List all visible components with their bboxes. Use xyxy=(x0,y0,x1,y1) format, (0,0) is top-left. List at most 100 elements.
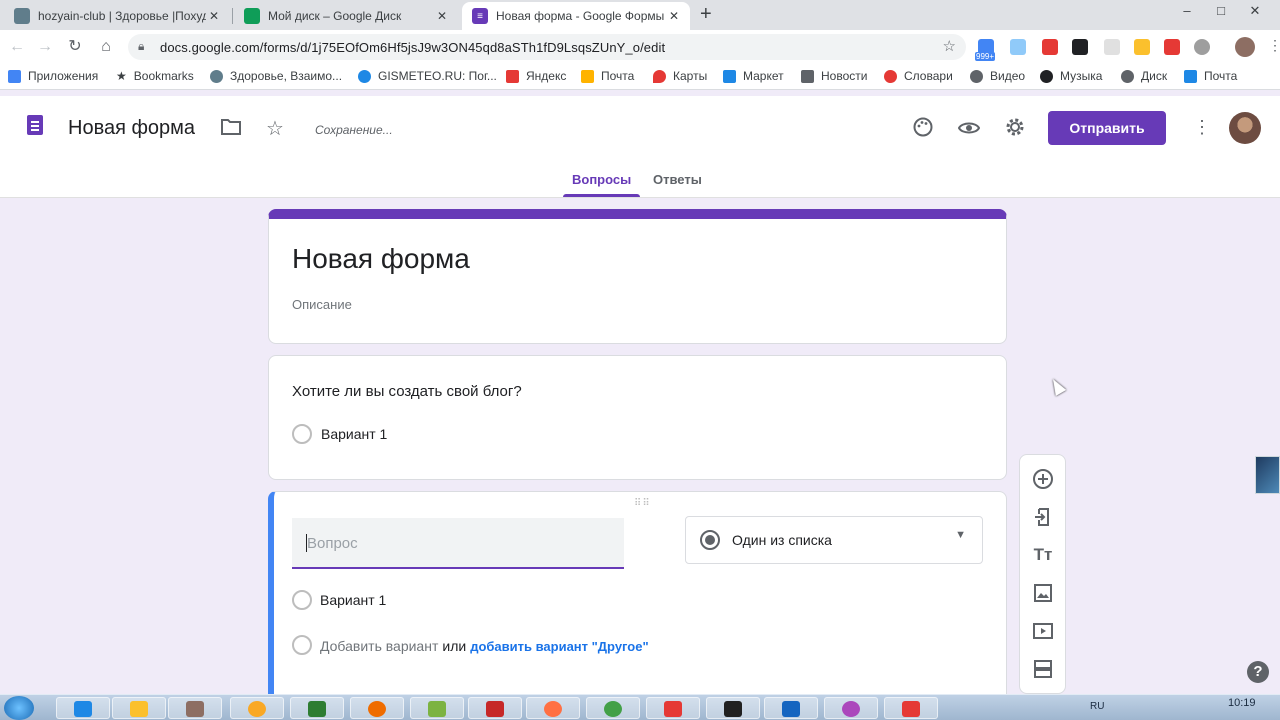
tab-title: Новая форма - Google Формы xyxy=(496,9,665,23)
language-indicator[interactable]: RU xyxy=(1090,701,1104,712)
close-tab-icon[interactable]: ✕ xyxy=(666,9,682,23)
minimize-window-button[interactable]: – xyxy=(1174,0,1200,22)
bookmark-dictionaries[interactable]: Словари xyxy=(884,69,953,83)
taskbar-app-chrome[interactable] xyxy=(586,697,640,719)
bookmark-gismeteo[interactable]: GISMETEO.RU: Пог... xyxy=(358,69,497,83)
add-option-link[interactable]: Добавить вариант xyxy=(320,638,438,654)
taskbar-app[interactable] xyxy=(884,697,938,719)
active-question-card[interactable]: ⠿⠿ Вопрос Один из списка ▼ Вариант 1 Доб… xyxy=(268,491,1007,711)
taskbar-app[interactable] xyxy=(350,697,404,719)
taskbar-app[interactable] xyxy=(706,697,760,719)
option-label[interactable]: Вариант 1 xyxy=(321,426,387,442)
form-title[interactable]: Новая форма xyxy=(292,243,470,275)
option-label[interactable]: Вариант 1 xyxy=(320,592,386,608)
browser-tab-forms[interactable]: ≡ Новая форма - Google Формы ✕ xyxy=(462,2,690,30)
browser-menu-icon[interactable]: ⋮ xyxy=(1268,37,1280,54)
question-type-dropdown[interactable]: Один из списка ▼ xyxy=(685,516,983,564)
taskbar-app[interactable] xyxy=(646,697,700,719)
bookmark-music[interactable]: Музыка xyxy=(1040,69,1102,83)
taskbar-app[interactable] xyxy=(410,697,464,719)
star-icon[interactable]: ☆ xyxy=(266,116,284,141)
reload-button[interactable]: ↻ xyxy=(64,36,86,58)
bookmark-label: Музыка xyxy=(1060,69,1103,83)
bookmark-label: Приложения xyxy=(28,69,99,83)
browser-tab-hozyain[interactable]: hozyain-club | Здоровье |Похуде ✕ xyxy=(4,2,230,30)
video-icon xyxy=(970,69,983,83)
folder-icon[interactable] xyxy=(221,117,241,141)
taskbar-app-ie[interactable] xyxy=(56,697,110,719)
forms-favicon-icon: ≡ xyxy=(472,8,488,24)
tab-responses[interactable]: Ответы xyxy=(653,172,702,187)
extension-icon[interactable] xyxy=(1072,39,1088,55)
taskbar-app-word[interactable] xyxy=(764,697,818,719)
preview-eye-icon[interactable] xyxy=(957,119,981,142)
extension-icon[interactable] xyxy=(1164,39,1180,55)
tab-questions[interactable]: Вопросы xyxy=(572,172,631,187)
bookmark-yandex[interactable]: Яндекс xyxy=(506,69,566,83)
bookmark-health[interactable]: Здоровье, Взаимо... xyxy=(210,69,342,83)
extension-icon[interactable] xyxy=(1134,39,1150,55)
question-title-input[interactable]: Вопрос xyxy=(292,518,624,569)
close-window-button[interactable]: ✕ xyxy=(1242,0,1268,22)
taskbar-app-explorer[interactable] xyxy=(112,697,166,719)
bookmark-star-icon[interactable]: ☆ xyxy=(943,37,956,55)
taskbar-app[interactable] xyxy=(168,697,222,719)
bookmark-mail-2[interactable]: Почта xyxy=(1184,69,1237,83)
extension-icon[interactable] xyxy=(1042,39,1058,55)
bookmark-market[interactable]: Маркет xyxy=(723,69,784,83)
send-button[interactable]: Отправить xyxy=(1048,111,1166,145)
taskbar-app[interactable] xyxy=(230,697,284,719)
new-tab-button[interactable]: + xyxy=(700,3,712,26)
form-title-card[interactable]: Новая форма Описание xyxy=(268,209,1007,344)
help-icon[interactable]: ? xyxy=(1247,661,1269,683)
extension-icon[interactable] xyxy=(1194,39,1210,55)
bookmark-news[interactable]: Новости xyxy=(801,69,867,83)
browser-profile-avatar[interactable] xyxy=(1235,37,1255,57)
account-avatar[interactable] xyxy=(1229,112,1261,144)
question-title[interactable]: Хотите ли вы создать свой блог? xyxy=(292,383,522,400)
add-other-option-link[interactable]: добавить вариант "Другое" xyxy=(470,639,648,654)
bookmark-mail[interactable]: Почта xyxy=(581,69,634,83)
close-tab-icon[interactable]: ✕ xyxy=(206,9,222,23)
more-options-icon[interactable]: ⋮ xyxy=(1193,117,1211,138)
palette-icon[interactable] xyxy=(913,117,933,143)
taskbar-app[interactable] xyxy=(824,697,878,719)
add-title-icon[interactable]: Tт xyxy=(1032,544,1054,566)
import-questions-icon[interactable] xyxy=(1032,506,1054,528)
settings-gear-icon[interactable] xyxy=(1004,116,1026,144)
question-card[interactable]: Хотите ли вы создать свой блог? Вариант … xyxy=(268,355,1007,480)
tab-title: hozyain-club | Здоровье |Похуде xyxy=(38,9,206,23)
taskbar-app[interactable] xyxy=(468,697,522,719)
mail-icon xyxy=(581,69,594,83)
disk-icon xyxy=(1121,69,1134,83)
drag-handle-icon[interactable]: ⠿⠿ xyxy=(634,498,651,509)
google-forms-logo-icon[interactable] xyxy=(27,115,43,135)
clock[interactable]: 10:19 xyxy=(1228,697,1256,709)
mail-icon xyxy=(1184,69,1197,83)
start-button-icon[interactable] xyxy=(4,696,34,720)
browser-tab-drive[interactable]: Мой диск – Google Диск ✕ xyxy=(234,2,458,30)
bookmark-apps[interactable]: Приложения xyxy=(8,69,98,83)
form-name[interactable]: Новая форма xyxy=(68,117,195,140)
bookmark-maps[interactable]: Карты xyxy=(653,69,707,83)
forward-button[interactable]: → xyxy=(34,36,56,58)
bookmark-video[interactable]: Видео xyxy=(970,69,1025,83)
address-bar[interactable]: 🔒︎ docs.google.com/forms/d/1j75EOfOm6Hf5… xyxy=(128,34,966,60)
form-description[interactable]: Описание xyxy=(292,297,352,312)
close-tab-icon[interactable]: ✕ xyxy=(434,9,450,23)
add-video-icon[interactable] xyxy=(1032,620,1054,642)
bookmark-disk[interactable]: Диск xyxy=(1121,69,1167,83)
bookmark-bookmarks[interactable]: ★ Bookmarks xyxy=(116,69,194,83)
extension-icon[interactable] xyxy=(1010,39,1026,55)
add-section-icon[interactable] xyxy=(1032,658,1054,680)
url-text[interactable]: docs.google.com/forms/d/1j75EOfOm6Hf5jsJ… xyxy=(160,40,665,55)
taskbar-app-firefox[interactable] xyxy=(526,697,580,719)
home-button[interactable]: ⌂ xyxy=(95,36,117,58)
taskbar-app[interactable] xyxy=(290,697,344,719)
add-question-icon[interactable] xyxy=(1032,468,1054,490)
bookmark-label: Новости xyxy=(821,69,868,83)
maximize-window-button[interactable]: □ xyxy=(1208,0,1234,22)
extension-icon[interactable] xyxy=(1104,39,1120,55)
add-image-icon[interactable] xyxy=(1032,582,1054,604)
back-button[interactable]: ← xyxy=(6,36,28,58)
